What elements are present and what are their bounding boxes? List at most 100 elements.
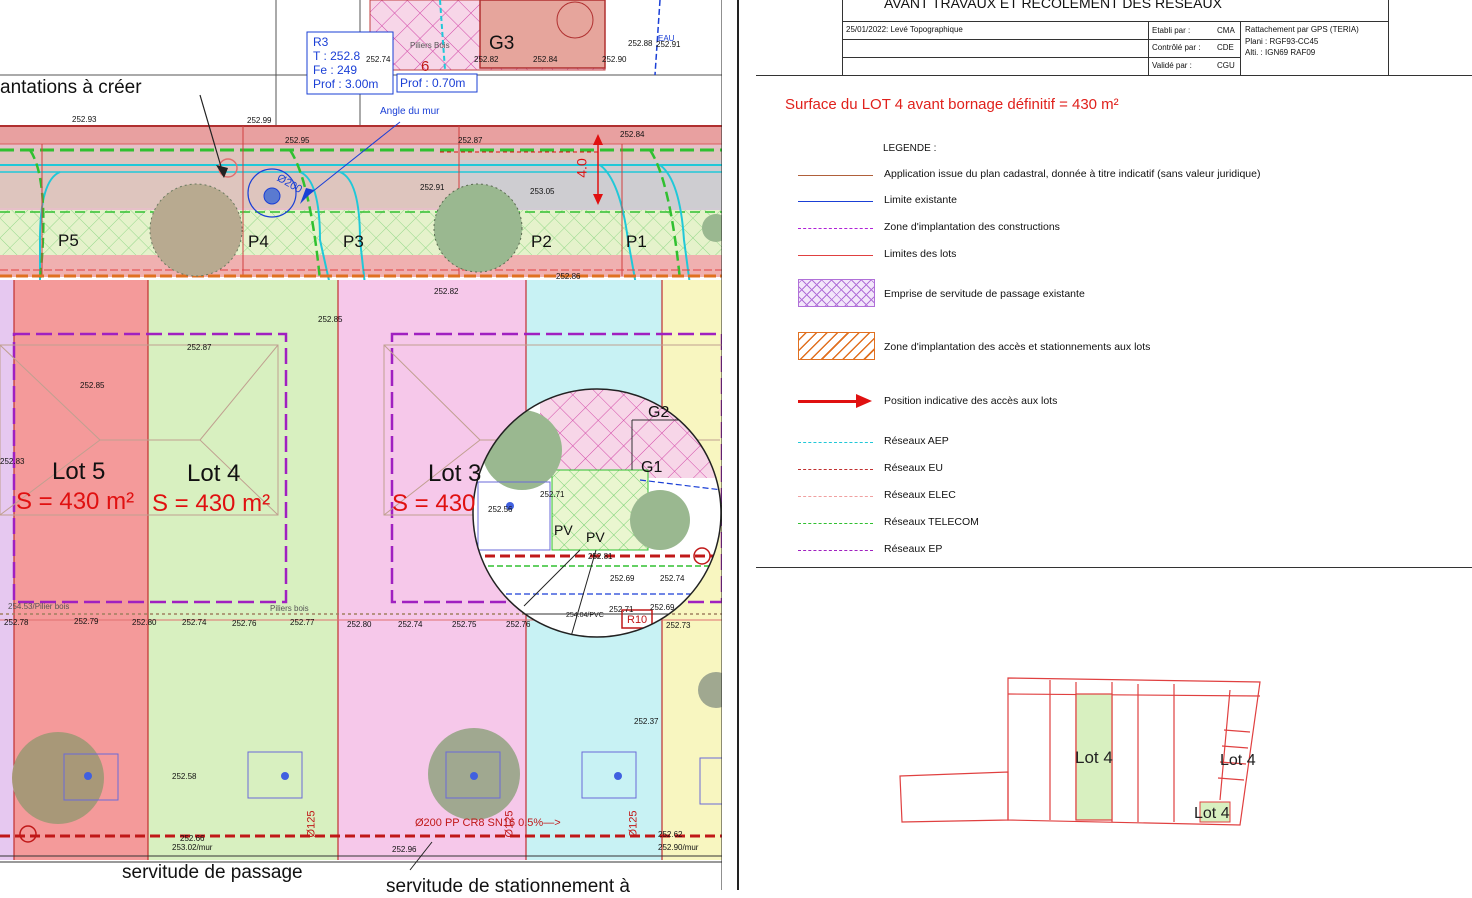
header-valide: Validé par : [1152, 61, 1192, 70]
level: 252.85 [80, 381, 105, 390]
level: 252.93 [72, 115, 97, 124]
inset-pvc: 254.04/PVC [566, 612, 604, 619]
level: 252.69 [650, 603, 675, 612]
level: 252.77 [290, 618, 315, 627]
level: 253.05 [530, 187, 555, 196]
level: 252.87 [458, 136, 483, 145]
mur-label-2: 252.90/mur [658, 843, 699, 852]
legend-symbol [798, 469, 873, 470]
legend-symbol [798, 255, 873, 256]
level: 252.66 [180, 834, 205, 843]
legend-symbol [798, 394, 872, 408]
level: 252.71 [540, 490, 565, 499]
header-rattachement: Rattachement par GPS (TERIA) [1245, 25, 1359, 34]
plot-p2: P2 [531, 232, 552, 251]
inset-pv2: PV [586, 529, 605, 545]
level: 252.79 [74, 617, 99, 626]
level: 252.58 [172, 772, 197, 781]
lot4-area: S = 430 m² [152, 490, 271, 517]
level: 252.96 [392, 845, 417, 854]
legend-label: Limite existante [884, 194, 957, 206]
mini-lot4-c: Lot 4 [1194, 805, 1230, 822]
level: 252.74 [660, 574, 685, 583]
header-title: AVANT TRAVAUX ET RECOLEMENT DES RESEAUX [884, 0, 1222, 11]
legend-label: Réseaux TELECOM [884, 516, 979, 528]
level: 252.82 [474, 55, 499, 64]
pipe-125-c: Ø125 [503, 810, 516, 838]
mini-lot4-b: Lot 4 [1220, 752, 1256, 769]
inset-pv1: PV [554, 522, 573, 538]
header-controle: Contrôlé par : [1152, 43, 1201, 52]
legend-symbol [798, 550, 873, 551]
legend-label: Position indicative des accès aux lots [884, 395, 1058, 407]
piliers-top: Piliers Bois [410, 41, 450, 50]
header-date-row: 25/01/2022: Levé Topographique [846, 25, 963, 34]
piliers-mid: Piliers bois [270, 604, 309, 613]
lot3-name: Lot 3 [428, 460, 482, 487]
level: 252.90 [602, 55, 627, 64]
surface-statement: Surface du LOT 4 avant bornage définitif… [785, 96, 1119, 113]
g3-num: 6 [421, 58, 430, 75]
level: 252.85 [318, 315, 343, 324]
pipe-125-a: Ø125 [305, 810, 318, 838]
pilier-left: 254.53/Pilier bois [8, 602, 70, 611]
legend-symbol [798, 496, 873, 497]
level: 252.95 [285, 136, 310, 145]
lot5-name: Lot 5 [52, 458, 106, 485]
legend-symbol [798, 332, 875, 360]
level: 252.80 [132, 618, 157, 627]
header-controle-value: CDE [1217, 43, 1234, 52]
legend-label: Réseaux EP [884, 543, 943, 555]
level: 252.86 [556, 272, 581, 281]
legend-symbol [798, 279, 875, 307]
sheet-separator [737, 0, 739, 890]
legend-title: LEGENDE : [883, 143, 937, 154]
mini-lot4-a: Lot 4 [1075, 748, 1113, 767]
level: 252.73 [666, 621, 691, 630]
level: 252.91 [420, 183, 445, 192]
lot3-area: S = 430 [392, 490, 476, 517]
level: 252.91 [656, 40, 681, 49]
servitude-label-2: servitude de stationnement à [386, 876, 630, 897]
level: 252.37 [634, 717, 659, 726]
mur-label-1: 253.02/mur [172, 843, 213, 852]
tree-p2 [433, 183, 523, 273]
r3-line1: R3 [313, 35, 329, 49]
pipe-125-b: Ø125 [627, 810, 640, 838]
level: 252.74 [398, 620, 423, 629]
level: 252.88 [628, 39, 653, 48]
level: 252.82 [434, 287, 459, 296]
plot-p4: P4 [248, 232, 269, 251]
bottom-pipe-label: Ø200 PP CR8 SN16 0.5%—> [415, 817, 561, 829]
header-etabli-value: CMA [1217, 26, 1235, 35]
header-valide-value: CGU [1217, 61, 1235, 70]
level: 252.84 [533, 55, 558, 64]
header-alti: Alti. : IGN69 RAF09 [1245, 48, 1316, 57]
legend-label: Réseaux AEP [884, 435, 949, 447]
legend-label: Limites des lots [884, 248, 957, 260]
plot-p5: P5 [58, 231, 79, 250]
legend-symbol [798, 523, 873, 524]
tree-p5 [149, 183, 243, 277]
prof-box: Prof : 0.70m [400, 76, 466, 90]
inset-g1: G1 [641, 459, 663, 476]
legend-label: Emprise de servitude de passage existant… [884, 288, 1085, 300]
level: 252.71 [609, 605, 634, 614]
level: 252.74 [366, 55, 391, 64]
legend-label: Zone d'implantation des constructions [884, 221, 1060, 233]
header-etabli: Etabli par : [1152, 26, 1191, 35]
servitude-label: servitude de passage [122, 862, 303, 883]
dim-vertical: 4.0 [573, 158, 590, 178]
title-block-panel: AVANT TRAVAUX ET RECOLEMENT DES RESEAUX … [740, 0, 1472, 890]
level: 252.62 [658, 830, 683, 839]
g3-label: G3 [489, 33, 515, 54]
lot4-name: Lot 4 [187, 460, 241, 487]
r3-line3: Fe : 249 [313, 63, 358, 77]
legend-symbol [798, 201, 873, 202]
legend-symbol [798, 442, 873, 443]
level: 252.83 [0, 457, 25, 466]
r3-line4: Prof : 3.00m [313, 77, 379, 91]
legend-symbol [798, 228, 873, 229]
level: 252.74 [182, 618, 207, 627]
inset-g2: G2 [648, 404, 670, 421]
